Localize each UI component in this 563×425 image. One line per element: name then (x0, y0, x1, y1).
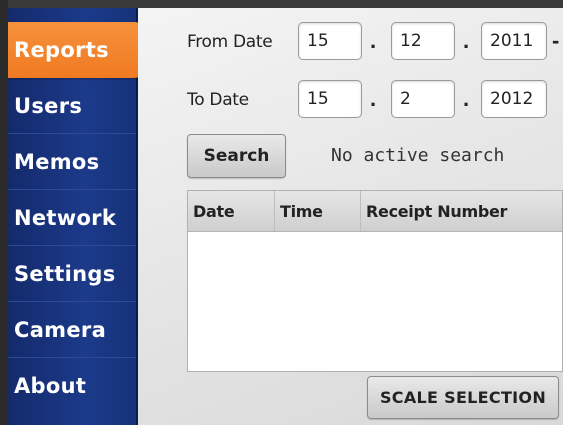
column-header-label: Date (193, 201, 235, 221)
sidebar-item-network[interactable]: Network (8, 190, 136, 246)
scale-selection-button[interactable]: SCALE SELECTION (367, 376, 559, 419)
receipts-table: Date Time Receipt Number (187, 190, 563, 372)
date-range-dash: - (552, 28, 560, 53)
sidebar-item-label: About (14, 374, 87, 398)
column-header-date[interactable]: Date (188, 191, 274, 231)
sidebar-item-about[interactable]: About (8, 358, 136, 414)
sidebar-item-label: Settings (14, 261, 116, 286)
screen-bezel-left (0, 0, 8, 425)
to-month-field[interactable]: 2 (391, 80, 455, 118)
sidebar-item-label: Reports (14, 38, 109, 62)
to-day-field[interactable]: 15 (298, 80, 362, 118)
table-header: Date Time Receipt Number (188, 191, 562, 232)
sidebar-item-reports[interactable]: Reports (8, 22, 148, 78)
date-separator: . (463, 86, 470, 111)
search-button[interactable]: Search (187, 134, 286, 178)
column-header-time[interactable]: Time (274, 191, 360, 231)
sidebar-item-camera[interactable]: Camera (8, 302, 136, 358)
sidebar-item-users[interactable]: Users (8, 78, 136, 134)
scale-selection-label: SCALE SELECTION (379, 388, 547, 407)
date-separator: . (370, 86, 377, 111)
to-date-label: To Date (187, 90, 249, 110)
from-day-field[interactable]: 15 (298, 22, 362, 60)
reports-panel: From Date 15 . 12 . 2011 - To Date 15 . … (138, 8, 563, 425)
from-date-label: From Date (187, 32, 273, 52)
sidebar-nav: Reports Users Memos Network Settings Cam… (8, 8, 148, 425)
sidebar-item-settings[interactable]: Settings (8, 246, 136, 302)
sidebar-item-memos[interactable]: Memos (8, 134, 136, 190)
sidebar-item-label: Users (14, 93, 83, 118)
sidebar-item-label: Camera (14, 317, 107, 342)
from-month-field[interactable]: 12 (391, 22, 455, 60)
date-separator: . (463, 28, 470, 53)
column-header-receipt-number[interactable]: Receipt Number (360, 191, 563, 231)
search-button-label: Search (203, 146, 270, 166)
date-separator: . (370, 28, 377, 53)
from-year-field[interactable]: 2011 (481, 22, 547, 60)
sidebar-item-label: Network (14, 205, 117, 230)
to-year-field[interactable]: 2012 (481, 80, 547, 118)
search-status: No active search (331, 145, 505, 166)
sidebar-item-label: Memos (14, 149, 100, 174)
column-header-label: Time (280, 201, 323, 221)
table-body (188, 232, 562, 371)
column-header-label: Receipt Number (366, 201, 508, 221)
